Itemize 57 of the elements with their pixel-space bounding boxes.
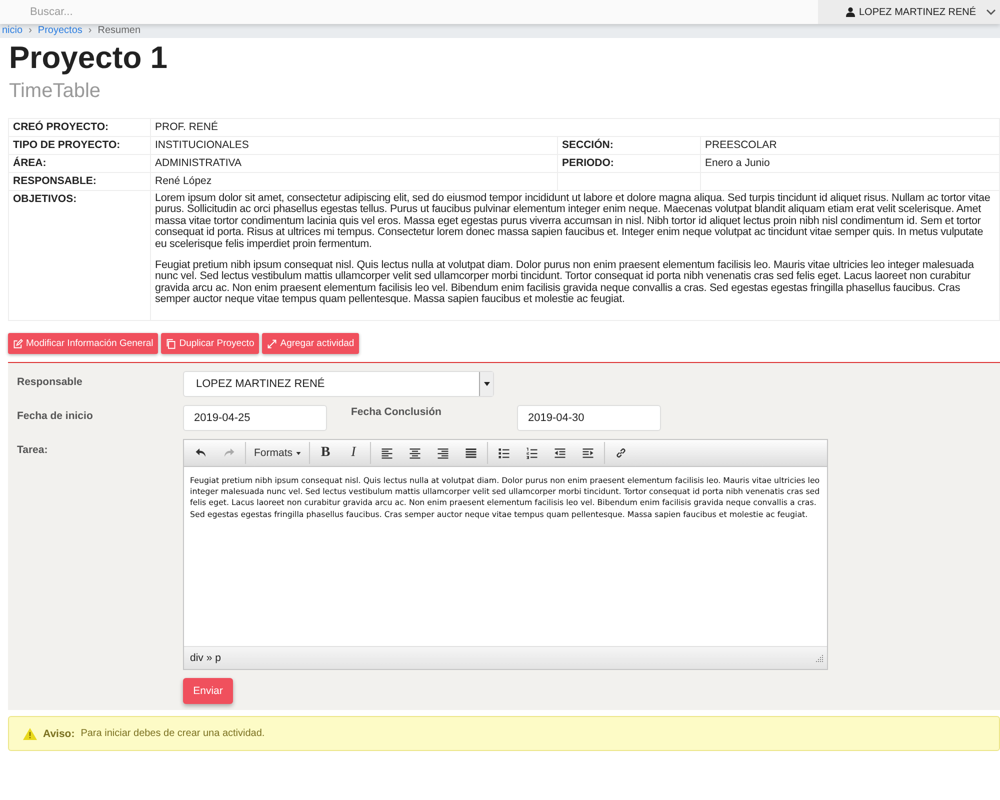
project-title: Proyecto 1 bbox=[9, 40, 169, 76]
italic-button[interactable]: I bbox=[340, 442, 368, 464]
field-label: Fecha Conclusión bbox=[350, 405, 442, 418]
chevron-down-icon bbox=[986, 8, 996, 16]
justify-icon bbox=[464, 447, 477, 459]
info-label: RESPONSABLE: bbox=[8, 172, 150, 190]
align-center-icon bbox=[408, 447, 421, 459]
info-label: CREÓ PROYECTO: bbox=[8, 118, 150, 136]
end-date-field[interactable]: 2019-04-30 bbox=[517, 405, 661, 431]
element-path: div » p bbox=[190, 652, 221, 664]
align-left-icon bbox=[380, 447, 393, 459]
project-subtitle: TimeTable bbox=[9, 79, 102, 104]
info-value: INSTITUCIONALES bbox=[150, 136, 558, 154]
bullet-list-icon bbox=[498, 447, 510, 459]
objectives-paragraph: Feugiat pretium nibh ipsum consequat nisl. Quis lectus nulla at volutpat diam. Dolor purus non enim praesent elementum facilisis leo. Mauris vitae ultricies leo integer malesuada nunc vel. Sed lectus vestibulum mattis ullamcorper velit sed ullamcorper morbi tincidunt. Tortor consequat id porta nibh venenatis cras sed felis eget. Lacus laoreet non curabitur gravida arcu ac. Non enim praesent elementum facilisis leo vel. Bibendum enim facilisis gravida neque convallis a cras. Sed egestas egestas fringilla phasellus faucibus. Cras semper auctor neque vitae tempus quam pellentesque. Massa sapien faucibus et molestie ac feugiat. bbox=[155, 260, 975, 306]
resize-handle-icon[interactable] bbox=[816, 654, 823, 662]
field-label: Fecha de inicio bbox=[16, 409, 94, 424]
breadcrumb-current: Resumen bbox=[98, 26, 141, 36]
redo-icon bbox=[223, 447, 235, 459]
objectives-paragraph: Lorem ipsum dolor sit amet, consectetur adipiscing elit, sed do eiusmod tempor incididunt ut labore et dolore magna aliqua. Sed turpis tincidunt id aliquet risus. Nullam ac tortor vitae purus. Sollicitudin ac orci phasellus egestas tellus. Purus ut faucibus pulvinar elementum integer enim neque. Maecenas volutpat blandit aliquam etiam erat velit scelerisque. Amet massa vitae tortor condimentum lacinia quis vel eros. Massa eget egestas purus viverra accumsan in nisl. Nibh tortor id aliquet lectus proin nibh nisl condimentum id. Sem et tortor consequat id porta. Risus at ultrices mi tempus. Consectetur lorem donec massa sapien faucibus et. Integer enim neque volutpat ac tincidunt vitae semper quis. In metus vulputate eu scelerisque felis imperdiet proin fermentum. bbox=[155, 193, 992, 250]
info-label: TIPO DE PROYECTO: bbox=[8, 136, 150, 154]
caret-icon bbox=[296, 452, 301, 454]
start-date-field[interactable]: 2019-04-25 bbox=[183, 405, 327, 431]
outdent-icon bbox=[554, 447, 566, 459]
info-value: Enero a Junio bbox=[700, 154, 1000, 172]
edit-icon bbox=[13, 338, 23, 348]
info-label: OBJETIVOS: bbox=[8, 190, 150, 320]
formats-dropdown[interactable]: Formats bbox=[248, 442, 307, 464]
info-value: PREESCOLAR bbox=[700, 136, 1000, 154]
breadcrumb-separator: › bbox=[28, 26, 32, 36]
breadcrumb-link[interactable]: Proyectos bbox=[38, 26, 82, 36]
responsable-select[interactable]: LOPEZ MARTINEZ RENÉ bbox=[183, 371, 494, 397]
info-label: SECCIÓN: bbox=[558, 136, 700, 154]
undo-icon bbox=[195, 447, 207, 459]
link-icon bbox=[614, 447, 627, 459]
align-right-icon bbox=[436, 447, 449, 459]
user-icon bbox=[846, 7, 855, 17]
info-value: PROF. RENÉ bbox=[150, 118, 1000, 136]
info-label: PERIODO: bbox=[558, 154, 700, 172]
alert-message: Para iniciar debes de crear una actividad. bbox=[80, 728, 265, 739]
alert-title: Aviso: bbox=[43, 728, 75, 740]
numbered-list-icon bbox=[526, 447, 538, 459]
field-label: Tarea: bbox=[16, 443, 49, 458]
expand-icon bbox=[267, 338, 278, 348]
bold-button[interactable]: B bbox=[312, 442, 340, 464]
field-label: Responsable bbox=[16, 375, 84, 390]
copy-icon bbox=[166, 338, 176, 348]
breadcrumb-link[interactable]: nicio bbox=[2, 26, 23, 36]
breadcrumb-separator: › bbox=[88, 26, 92, 36]
info-value: René López bbox=[150, 172, 558, 190]
indent-icon bbox=[582, 447, 594, 459]
info-label: ÁREA: bbox=[8, 154, 150, 172]
search-field[interactable]: Buscar... bbox=[0, 0, 818, 24]
info-value: ADMINISTRATIVA bbox=[150, 154, 558, 172]
caret-icon bbox=[484, 382, 490, 386]
warning-icon bbox=[23, 728, 37, 740]
user-menu[interactable]: LOPEZ MARTINEZ RENÉ bbox=[818, 0, 1000, 24]
